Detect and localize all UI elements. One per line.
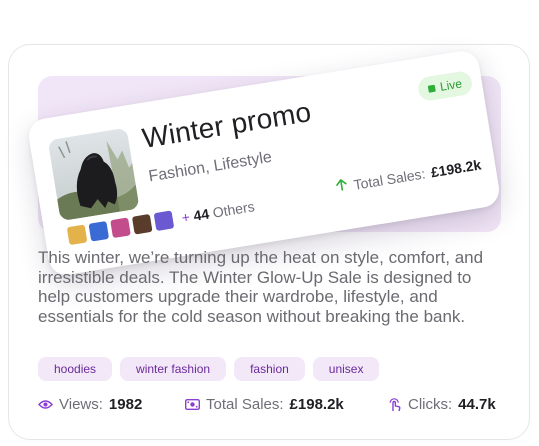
- clicks-stat: Clicks: 44.7k: [388, 396, 496, 413]
- promo-image: [47, 127, 140, 222]
- eye-icon: [38, 399, 53, 410]
- promo-sales-value: £198.2k: [429, 155, 483, 180]
- views-value: 1982: [108, 396, 143, 413]
- views-label: Views:: [59, 396, 103, 413]
- avatar: [130, 212, 154, 236]
- sales-stat: Total Sales: £198.2k: [185, 396, 344, 413]
- tag-chip[interactable]: hoodies: [38, 357, 113, 381]
- sales-label: Total Sales:: [206, 396, 284, 413]
- avatar: [109, 216, 132, 240]
- avatar: [87, 219, 111, 243]
- clicks-label: Clicks:: [408, 396, 453, 413]
- promo-category: Fashion, Lifestyle: [147, 148, 274, 186]
- avatar: [152, 209, 176, 233]
- money-icon: [185, 399, 200, 410]
- status-badge: Live: [416, 69, 474, 103]
- tag-list: hoodies winter fashion fashion unisex: [38, 357, 380, 381]
- tag-chip[interactable]: fashion: [234, 357, 305, 381]
- others-plus: +: [180, 208, 192, 226]
- arrow-up-icon: [334, 177, 349, 196]
- promo-title: Winter promo: [140, 96, 314, 154]
- others-number: 44: [192, 205, 211, 224]
- campaign-description: This winter, we’re turning up the heat o…: [38, 248, 484, 326]
- promo-sales: Total Sales: £198.2k: [334, 155, 482, 195]
- gorilla-photo-icon: [47, 127, 140, 222]
- promo-sales-label: Total Sales:: [352, 164, 427, 193]
- stats-row: Views: 1982 Total Sales: £198.2k Clicks:…: [38, 396, 503, 416]
- sales-value: £198.2k: [289, 396, 344, 413]
- others-count[interactable]: + 44 Others: [180, 198, 255, 226]
- clicks-value: 44.7k: [458, 396, 496, 413]
- tag-chip[interactable]: unisex: [312, 357, 380, 381]
- status-label: Live: [438, 76, 463, 94]
- avatar: [65, 223, 89, 247]
- cursor-click-icon: [388, 397, 402, 412]
- live-indicator-icon: [427, 84, 436, 93]
- views-stat: Views: 1982: [38, 396, 142, 413]
- others-label: Others: [211, 198, 256, 221]
- tag-chip[interactable]: winter fashion: [120, 357, 227, 381]
